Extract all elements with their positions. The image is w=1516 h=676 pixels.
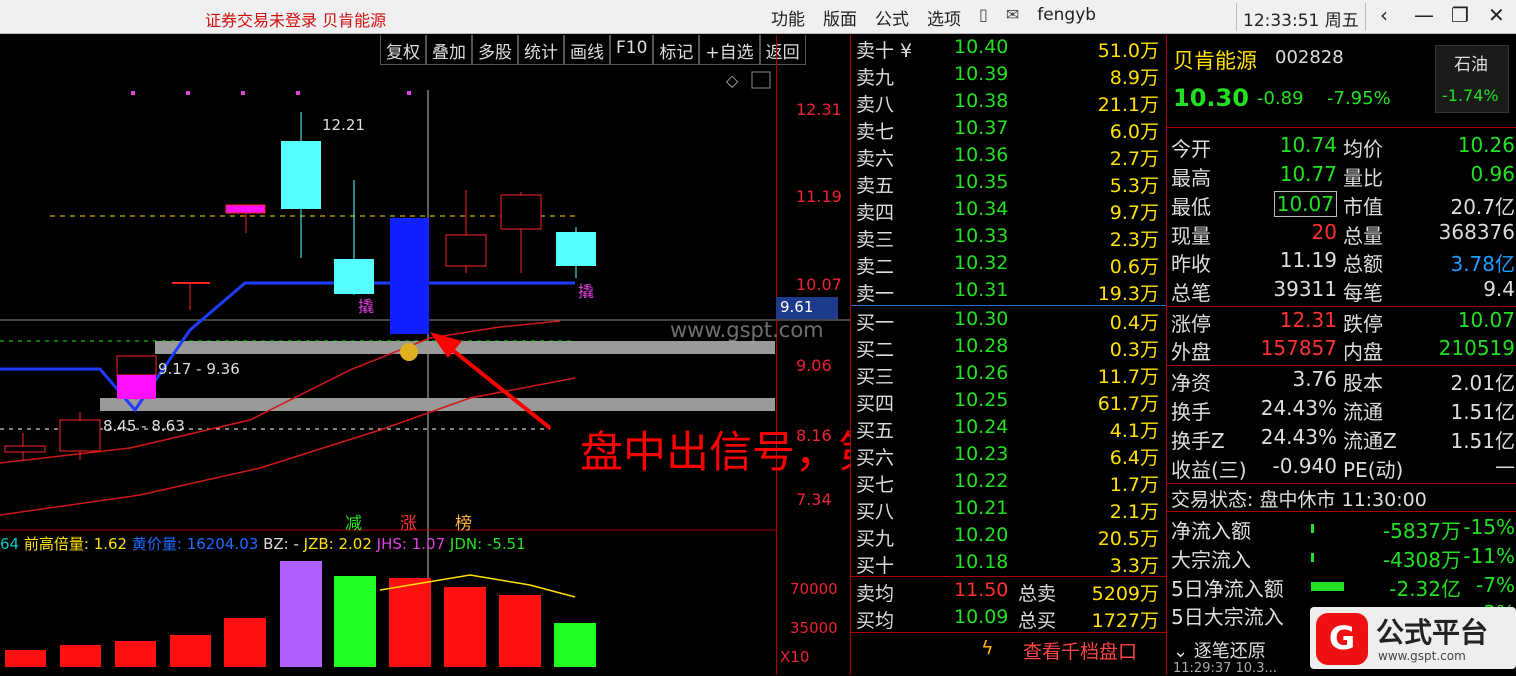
- quote-row: 今开 10.74 均价 10.26: [1171, 133, 1515, 161]
- back-icon[interactable]: ‹: [1380, 3, 1388, 27]
- quote-row: 外盘 157857 内盘 210519: [1171, 336, 1515, 364]
- zone-label-1: 9.17 - 9.36: [158, 360, 240, 378]
- quote-row: 最低 10.07 市值 20.7亿: [1171, 191, 1515, 219]
- logo-url: www.gspt.com: [1378, 649, 1466, 663]
- bid-average-row: 买均 10.09 总买 1727万: [856, 606, 1159, 632]
- y-label: 11.19: [796, 187, 842, 206]
- diamond-icon[interactable]: ◇: [726, 71, 738, 90]
- bid-row[interactable]: 买三 10.26 11.7万: [856, 362, 1161, 389]
- book-divider: [851, 576, 1166, 577]
- vol-label: 70000: [790, 580, 838, 598]
- y-label: 7.34: [796, 490, 832, 509]
- quote-row: 涨停 12.31 跌停 10.07: [1171, 308, 1515, 336]
- ask-row[interactable]: 卖四 10.34 9.7万: [856, 198, 1161, 225]
- quote-row: 总笔 39311 每笔 9.4: [1171, 277, 1515, 305]
- vol-scale: X10: [780, 648, 810, 666]
- bid-row[interactable]: 买五 10.24 4.1万: [856, 416, 1161, 443]
- support-zone-1: [155, 341, 775, 354]
- bid-row[interactable]: 买七 10.22 1.7万: [856, 470, 1161, 497]
- quote-row: 换手Z 24.43% 流通Z 1.51亿: [1171, 425, 1515, 453]
- lightning-icon: ϟ: [981, 637, 994, 659]
- logo-text: 公式平台: [1376, 616, 1489, 649]
- ind-value: JHS: 1.07: [376, 535, 446, 553]
- last-price: 10.30: [1173, 84, 1249, 112]
- flow-row: 5日净流入额 -2.32亿 -7%: [1171, 573, 1515, 601]
- minimize-button[interactable]: —: [1414, 3, 1434, 27]
- bid-row[interactable]: 买九 10.20 20.5万: [856, 524, 1161, 551]
- quote-row: 最高 10.77 量比 0.96: [1171, 162, 1515, 190]
- bid-row[interactable]: 买四 10.25 61.7万: [856, 389, 1161, 416]
- bid-row[interactable]: 买八 10.21 2.1万: [856, 497, 1161, 524]
- volume-bars: [5, 561, 596, 667]
- ask-row[interactable]: 卖八 10.38 21.1万: [856, 90, 1161, 117]
- ask-row[interactable]: 卖一 10.31 19.3万: [856, 279, 1161, 306]
- pick-mark: 撬: [358, 297, 375, 316]
- ask-row[interactable]: 卖十 ¥10.40 51.0万: [856, 36, 1161, 63]
- ind-value: JDN: -5.51: [449, 535, 526, 553]
- bid-row[interactable]: 买十 10.18 3.3万: [856, 551, 1161, 578]
- bid-row[interactable]: 买六 10.23 6.4万: [856, 443, 1161, 470]
- marker-reduce: 减: [345, 514, 362, 534]
- watermark: www.gspt.com: [670, 318, 824, 342]
- ind-value: 64: [0, 535, 20, 553]
- user-name[interactable]: fengyb: [1028, 5, 1105, 30]
- quote-row: 昨收 11.19 总额 3.78亿: [1171, 248, 1515, 276]
- quote-row: 现量 20 总量 368376: [1171, 220, 1515, 248]
- close-button[interactable]: ✕: [1488, 3, 1505, 27]
- sector-pct: -1.74%: [1442, 86, 1499, 105]
- quote-row: 净资 3.76 股本 2.01亿: [1171, 367, 1515, 395]
- ind-value: JZB: 2.02: [303, 535, 372, 553]
- quote-panel: 贝肯能源 002828 10.30 -0.89 -7.95% 石油 -1.74%…: [1166, 35, 1516, 676]
- quote-row: 换手 24.43% 流通 1.51亿: [1171, 396, 1515, 424]
- menu-formula[interactable]: 公式: [866, 5, 918, 30]
- ask-average-row: 卖均 11.50 总卖 5209万: [856, 579, 1159, 605]
- stock-name: 贝肯能源: [1173, 49, 1257, 73]
- ask-row[interactable]: 卖九 10.39 8.9万: [856, 63, 1161, 90]
- sector-name: 石油: [1454, 55, 1488, 75]
- site-logo: G 公式平台 www.gspt.com: [1310, 607, 1516, 669]
- ask-row[interactable]: 卖三 10.33 2.3万: [856, 225, 1161, 252]
- clock: 12:33:51 周五: [1236, 3, 1366, 31]
- trade-state: 交易状态: 盘中休市 11:30:00: [1171, 489, 1427, 511]
- ask-row[interactable]: 卖五 10.35 5.3万: [856, 171, 1161, 198]
- ind-value: BZ: -: [263, 535, 299, 553]
- price-change-pct: -7.95%: [1327, 88, 1391, 109]
- restore-button[interactable]: ❐: [1451, 3, 1469, 27]
- pick-mark: 撬: [578, 282, 595, 301]
- phone-icon[interactable]: ▯: [970, 5, 997, 30]
- ask-row[interactable]: 卖二 10.32 0.6万: [856, 252, 1161, 279]
- current-price-tag: 9.61: [776, 297, 838, 319]
- flow-row: 大宗流入 -4308万 -11%: [1171, 544, 1515, 572]
- ind-value: 前高倍量: 1.62: [23, 535, 128, 553]
- marker-list: 榜: [455, 514, 472, 534]
- ask-row[interactable]: 卖六 10.36 2.7万: [856, 144, 1161, 171]
- y-label: 12.31: [796, 100, 842, 119]
- order-book: 卖十 ¥10.40 51.0万 卖九 10.39 8.9万 卖八 10.38 21.1万 …: [850, 35, 1166, 675]
- flow-row: 净流入额 -5837万 -15%: [1171, 515, 1515, 543]
- axis-separator: [776, 35, 777, 675]
- price-change: -0.89: [1257, 88, 1304, 109]
- view-depth-button[interactable]: ϟ 查看千档盘口: [851, 633, 1166, 665]
- stock-code: 002828: [1275, 47, 1344, 68]
- bid-row[interactable]: 买二 10.28 0.3万: [856, 335, 1161, 362]
- ind-value: 黄价量: 16204.03: [131, 535, 259, 553]
- ask-row[interactable]: 卖七 10.37 6.0万: [856, 117, 1161, 144]
- marker-rise: 涨: [400, 514, 417, 534]
- y-label: 10.07: [796, 275, 842, 294]
- coin-icon: [400, 343, 418, 361]
- logo-mark-icon: G: [1316, 613, 1368, 665]
- book-divider: [851, 305, 1166, 306]
- sector-box[interactable]: 石油 -1.74%: [1435, 45, 1509, 113]
- menu-options[interactable]: 选项: [918, 5, 970, 30]
- quote-row: 收益(三) -0.940 PE(动) —: [1171, 454, 1515, 482]
- bid-row[interactable]: 买一 10.30 0.4万: [856, 308, 1161, 335]
- indicator-line: 64 前高倍量: 1.62 黄价量: 16204.03 BZ: - JZB: 2…: [0, 533, 526, 554]
- vol-label: 35000: [790, 619, 838, 637]
- high-label: 12.21: [322, 116, 365, 134]
- zone-label-2: 8.45 - 8.63: [103, 417, 185, 435]
- y-label: 9.06: [796, 356, 832, 375]
- mail-icon[interactable]: ✉: [997, 5, 1028, 30]
